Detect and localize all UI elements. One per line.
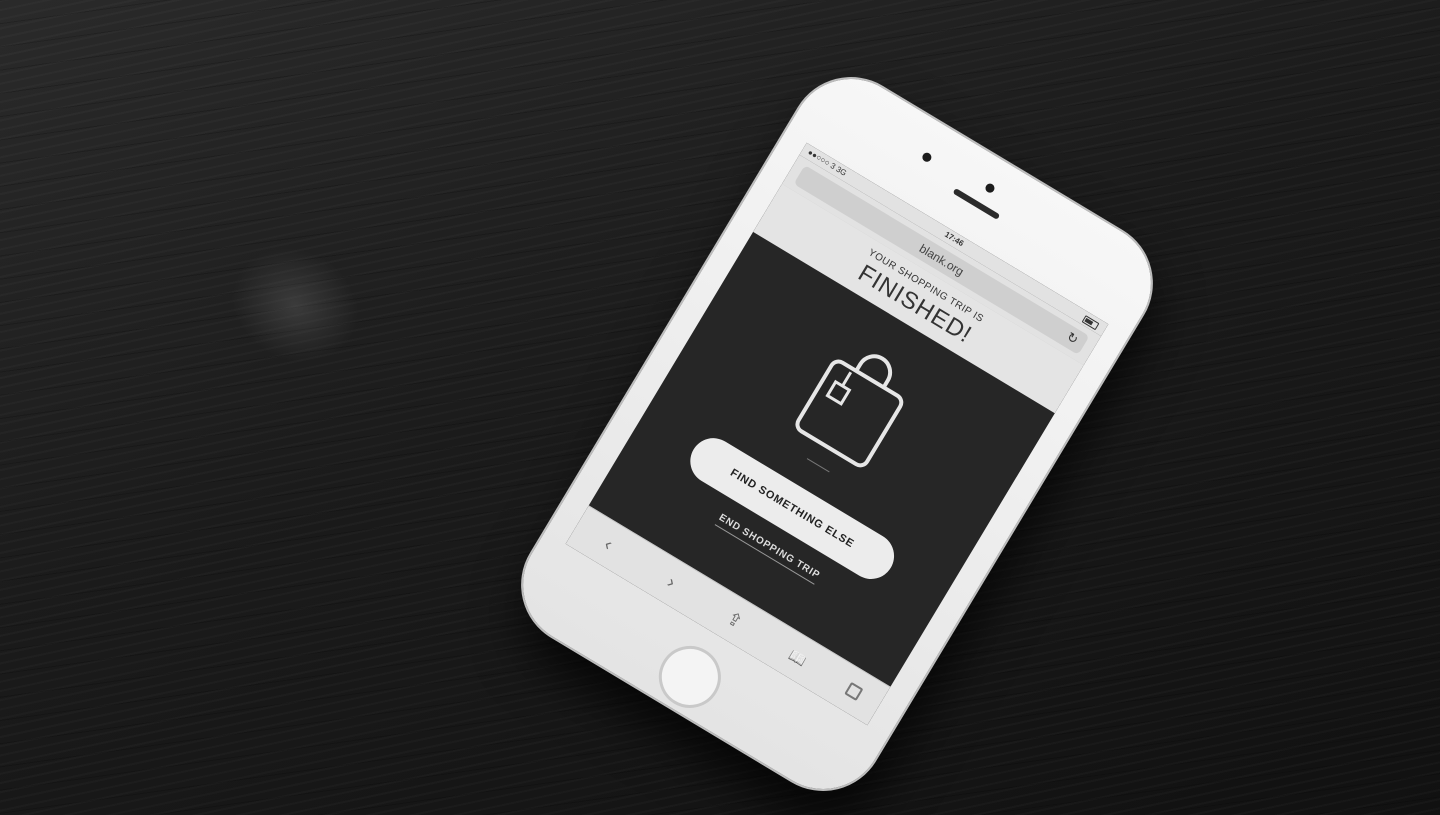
divider [806,458,830,473]
forward-icon[interactable]: › [653,565,690,598]
earpiece-speaker [952,187,1001,220]
reload-icon[interactable]: ↻ [1062,326,1083,350]
front-camera [920,151,934,164]
table-surface-detail [212,227,378,383]
bookmarks-icon[interactable]: 📖 [781,643,815,673]
share-icon[interactable]: ⇪ [716,603,753,636]
tabs-icon[interactable] [844,681,864,702]
phone-screen: ●●○○○ 3 3G 17:46 blank.org ↻ YOUR SHOPPI… [565,142,1109,726]
shopping-bag-icon [795,354,904,468]
home-button[interactable] [647,634,733,720]
iphone-device: ●●○○○ 3 3G 17:46 blank.org ↻ YOUR SHOPPI… [500,56,1174,812]
proximity-sensor [983,181,997,195]
back-icon[interactable]: ‹ [590,527,627,560]
